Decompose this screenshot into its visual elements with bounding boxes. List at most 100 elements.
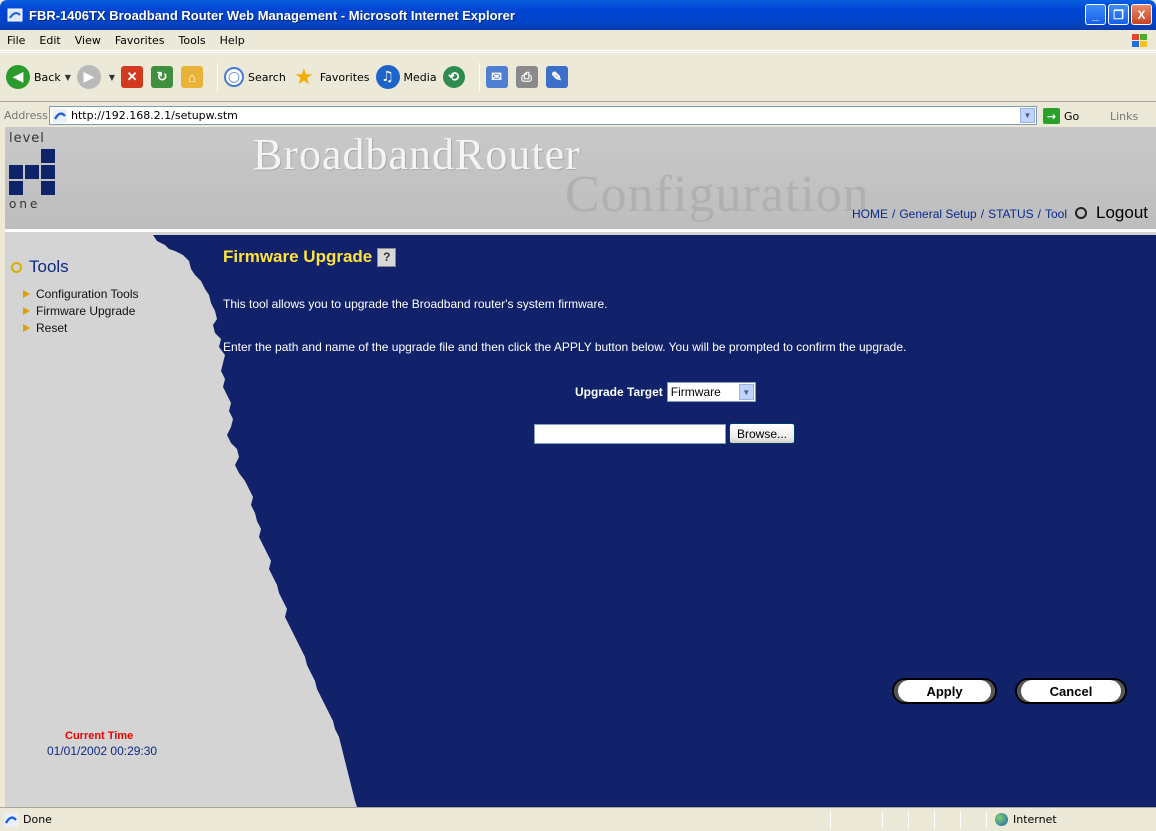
status-bar: Done Internet — [0, 807, 1156, 831]
window-title: FBR-1406TX Broadband Router Web Manageme… — [29, 7, 515, 23]
favorites-star-icon: ★ — [293, 64, 314, 90]
current-time-label: Current Time — [65, 730, 134, 742]
forward-dropdown-icon[interactable]: ▼ — [109, 73, 115, 82]
logout-ring-icon — [1075, 207, 1087, 219]
address-url: http://192.168.2.1/setupw.stm — [71, 109, 238, 122]
nav-tool-link[interactable]: Tool — [1045, 207, 1067, 221]
triangle-bullet-icon — [23, 323, 30, 332]
print-icon[interactable]: ⎙ — [515, 66, 538, 88]
page-title-text: Firmware Upgrade — [223, 247, 373, 266]
sidebar-item-configuration-tools[interactable]: Configuration Tools — [23, 285, 139, 302]
back-button[interactable]: ◀ Back ▼ — [6, 65, 71, 89]
logo-top-text: level — [9, 131, 45, 146]
go-arrow-icon: → — [1043, 108, 1060, 124]
browser-toolbar: ◀ Back ▼ ▶ ▼ ✕ ↻ ⌂ ○ Search ★ Favorites … — [0, 52, 1156, 102]
search-label: Search — [248, 70, 286, 84]
status-done: Done — [4, 812, 52, 827]
banner-title: BroadbandRouter — [253, 130, 581, 179]
sidebar-menu: Configuration Tools Firmware Upgrade Res… — [23, 285, 139, 336]
chevron-down-icon: ▼ — [738, 384, 754, 400]
address-bar: Address http://192.168.2.1/setupw.stm ▼ … — [0, 103, 1156, 127]
sidebar-item-reset[interactable]: Reset — [23, 319, 139, 336]
nav-separator: / — [892, 207, 896, 221]
router-header: level one Configuration BroadbandRouter … — [5, 127, 1156, 232]
logout-link[interactable]: Logout — [1096, 203, 1148, 223]
status-divider — [882, 811, 883, 829]
forward-arrow-icon: ▶ — [76, 65, 101, 89]
window-title-bar[interactable]: FBR-1406TX Broadband Router Web Manageme… — [0, 0, 1156, 30]
instruction-text: Enter the path and name of the upgrade f… — [223, 340, 907, 354]
description-text: This tool allows you to upgrade the Broa… — [223, 297, 608, 311]
close-button[interactable]: X — [1131, 4, 1152, 25]
page-title: Firmware Upgrade ? — [223, 247, 397, 267]
menu-file[interactable]: File — [0, 34, 32, 47]
back-label: Back — [34, 70, 61, 84]
nav-separator: / — [1037, 207, 1041, 221]
media-label: Media — [403, 70, 437, 84]
back-arrow-icon: ◀ — [6, 65, 30, 89]
status-divider — [934, 811, 935, 829]
status-text: Done — [23, 813, 52, 826]
upgrade-target-select[interactable]: Firmware ▼ — [666, 382, 756, 402]
search-icon: ○ — [224, 67, 245, 87]
menu-favorites[interactable]: Favorites — [108, 34, 172, 47]
menu-edit[interactable]: Edit — [32, 34, 67, 47]
favorites-button[interactable]: ★ Favorites — [292, 64, 370, 90]
current-time-value: 01/01/2002 00:29:30 — [47, 744, 158, 758]
upgrade-target-label: Upgrade Target — [575, 385, 663, 399]
minimize-button[interactable]: _ — [1085, 4, 1106, 25]
apply-button[interactable]: Apply — [892, 678, 997, 704]
ie-page-icon — [53, 108, 67, 123]
menu-tools[interactable]: Tools — [172, 34, 213, 47]
browse-button[interactable]: Browse... — [729, 423, 796, 444]
refresh-icon[interactable]: ↻ — [151, 66, 174, 88]
media-button[interactable]: ♫ Media — [375, 65, 437, 89]
home-icon[interactable]: ⌂ — [181, 66, 204, 88]
nav-general-setup-link[interactable]: General Setup — [899, 207, 976, 221]
zone-text: Internet — [1013, 813, 1057, 826]
favorites-label: Favorites — [319, 70, 370, 84]
ie-window-icon — [7, 8, 23, 22]
file-upload-row: Browse... — [534, 423, 796, 444]
cancel-button[interactable]: Cancel — [1015, 678, 1127, 704]
sidebar-item-label: Configuration Tools — [36, 286, 139, 301]
go-label: Go — [1064, 109, 1080, 123]
search-button[interactable]: ○ Search — [224, 67, 286, 87]
tools-ring-icon — [11, 261, 22, 273]
media-icon: ♫ — [375, 65, 400, 89]
go-button[interactable]: → Go — [1043, 108, 1079, 124]
history-icon[interactable]: ⟲ — [442, 66, 465, 88]
file-path-input[interactable] — [534, 423, 726, 444]
upgrade-target-row: Upgrade Target Firmware ▼ — [575, 382, 756, 402]
help-icon[interactable]: ? — [377, 247, 397, 267]
address-input[interactable]: http://192.168.2.1/setupw.stm ▼ — [49, 106, 1037, 125]
forward-button[interactable]: ▶ ▼ — [76, 65, 115, 89]
status-divider — [908, 811, 909, 829]
menu-view[interactable]: View — [68, 34, 108, 47]
links-button[interactable]: Links — [1110, 110, 1138, 123]
address-dropdown-icon[interactable]: ▼ — [1020, 108, 1035, 123]
status-divider — [830, 811, 831, 829]
main-blue-panel — [153, 235, 1156, 807]
sidebar-item-firmware-upgrade[interactable]: Firmware Upgrade — [23, 302, 139, 319]
mail-icon[interactable]: ✉ — [485, 66, 508, 88]
sidebar-item-label: Firmware Upgrade — [36, 303, 136, 318]
nav-separator: / — [980, 207, 985, 221]
window-controls: _ ❐ X — [1085, 4, 1152, 25]
levelone-logo: level one — [9, 131, 67, 221]
triangle-bullet-icon — [23, 289, 30, 298]
status-divider — [986, 811, 987, 829]
nav-status-link[interactable]: STATUS — [988, 207, 1034, 221]
menu-help[interactable]: Help — [213, 34, 252, 47]
stop-icon[interactable]: ✕ — [121, 66, 144, 88]
back-dropdown-icon[interactable]: ▼ — [65, 73, 71, 82]
sidebar-item-label: Reset — [36, 320, 68, 335]
banner-subtitle: Configuration — [565, 166, 870, 223]
upgrade-target-value: Firmware — [670, 385, 721, 399]
top-navigation: HOME / General Setup / STATUS / Tool Log… — [852, 203, 1148, 223]
page-content: level one Configuration BroadbandRouter … — [5, 127, 1156, 807]
edit-icon[interactable]: ✎ — [545, 66, 568, 88]
maximize-button[interactable]: ❐ — [1108, 4, 1129, 25]
nav-home-link[interactable]: HOME — [852, 207, 888, 221]
logo-bottom-text: one — [9, 197, 41, 211]
